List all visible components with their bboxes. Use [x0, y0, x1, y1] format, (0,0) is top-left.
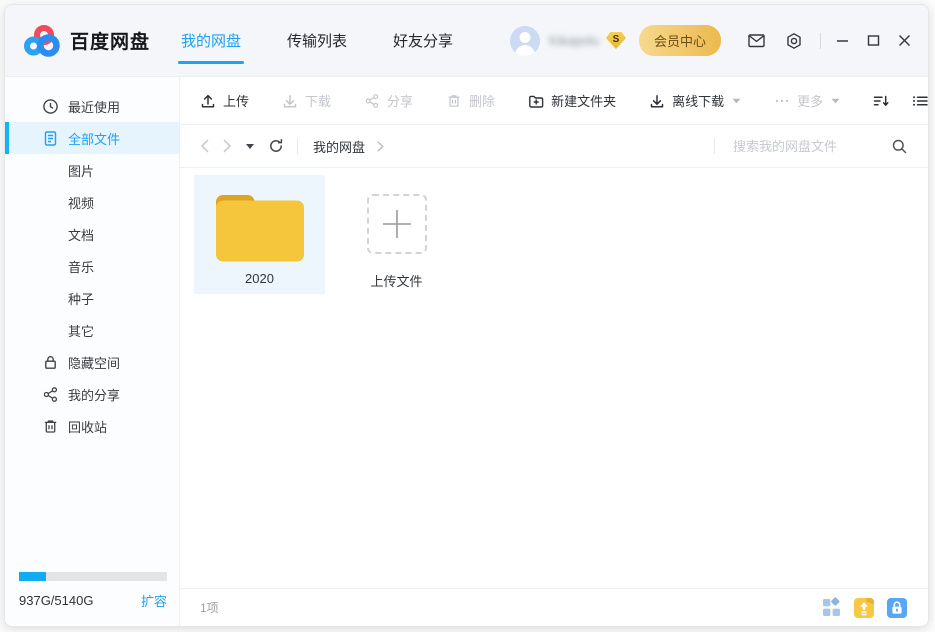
maximize-button[interactable]: [867, 34, 880, 47]
breadcrumb-root[interactable]: 我的网盘: [313, 137, 365, 156]
sidebar-item-all-files[interactable]: 全部文件: [5, 122, 179, 154]
sidebar-item-documents[interactable]: 文档: [5, 218, 179, 250]
search-divider: [714, 138, 715, 154]
folder-tile-2020[interactable]: 2020: [194, 175, 325, 294]
upload-file-tile[interactable]: 上传文件: [331, 175, 462, 294]
share-nodes-icon: [364, 93, 380, 109]
minimize-button[interactable]: [836, 34, 849, 47]
storage-fill: [19, 572, 46, 581]
close-button[interactable]: [898, 34, 911, 47]
sidebar-item-others[interactable]: 其它: [5, 314, 179, 346]
search-area: [714, 138, 908, 155]
upload-tile-label: 上传文件: [331, 271, 462, 290]
trash-icon: [42, 418, 59, 435]
window-controls: [836, 34, 911, 47]
lock-icon: [42, 354, 59, 371]
settings-gear-icon[interactable]: [785, 32, 803, 50]
storage-meter: 937G/5140G 扩容: [19, 572, 167, 610]
more-button[interactable]: 更多: [774, 91, 840, 110]
share-button[interactable]: 分享: [364, 91, 413, 110]
sidebar-item-recent[interactable]: 最近使用: [5, 90, 179, 122]
file-list-icon: [42, 130, 59, 147]
statusbar-quick-icons: [821, 597, 908, 619]
plus-icon: [381, 208, 413, 240]
chevron-down-icon: [831, 98, 840, 104]
view-controls: [873, 93, 929, 109]
pathbar: 我的网盘: [180, 125, 928, 168]
baidu-netdisk-logo-icon: [23, 24, 61, 57]
vip-center-button[interactable]: 会员中心: [639, 25, 721, 56]
new-folder-button[interactable]: 新建文件夹: [528, 91, 616, 110]
upload-button[interactable]: 上传: [200, 91, 249, 110]
folder-plus-icon: [528, 93, 544, 109]
expand-storage-link[interactable]: 扩容: [141, 591, 167, 610]
clock-icon: [42, 98, 59, 115]
tab-transfer-list[interactable]: 传输列表: [286, 28, 348, 53]
sort-order-icon[interactable]: [873, 93, 890, 109]
sidebar: 最近使用 全部文件 图片 视频 文档 音乐 种子: [5, 77, 180, 626]
pathbar-divider: [297, 138, 298, 154]
upload-icon: [200, 93, 216, 109]
delete-button[interactable]: 删除: [446, 91, 495, 110]
list-view-icon[interactable]: [912, 93, 929, 109]
hidden-space-lock-icon[interactable]: [886, 597, 908, 619]
header-divider: [820, 33, 821, 49]
app-window: 百度网盘 我的网盘 传输列表 好友分享 Kikapolu S 会员中心: [4, 4, 929, 627]
forward-button[interactable]: [223, 139, 232, 153]
sidebar-item-recycle-bin[interactable]: 回收站: [5, 410, 179, 442]
sidebar-item-hidden-space[interactable]: 隐藏空间: [5, 346, 179, 378]
share-nodes-icon: [42, 386, 59, 403]
file-grid: 2020 上传文件: [180, 168, 928, 588]
item-count: 1项: [200, 599, 219, 616]
folder-name: 2020: [194, 271, 325, 286]
search-input[interactable]: [731, 138, 885, 155]
download-button[interactable]: 下载: [282, 91, 331, 110]
sidebar-item-music[interactable]: 音乐: [5, 250, 179, 282]
refresh-icon[interactable]: [268, 138, 284, 154]
sidebar-item-torrents[interactable]: 种子: [5, 282, 179, 314]
header: 百度网盘 我的网盘 传输列表 好友分享 Kikapolu S 会员中心: [5, 5, 928, 77]
trash-icon: [446, 93, 462, 109]
history-dropdown-icon[interactable]: [246, 144, 254, 149]
storage-bar: [19, 572, 167, 581]
user-area: Kikapolu S 会员中心: [510, 25, 721, 56]
username: Kikapolu: [549, 33, 599, 48]
upload-dropzone[interactable]: [367, 194, 427, 254]
breadcrumb-chevron-icon: [377, 141, 384, 152]
avatar[interactable]: [510, 26, 540, 56]
toolbar: 上传 下载 分享: [180, 77, 928, 125]
logo: 百度网盘: [23, 24, 150, 57]
transfer-upload-icon[interactable]: [853, 597, 875, 619]
ellipsis-icon: [774, 93, 790, 109]
back-button[interactable]: [200, 139, 209, 153]
search-icon[interactable]: [891, 138, 908, 155]
sidebar-item-my-shares[interactable]: 我的分享: [5, 378, 179, 410]
app-title: 百度网盘: [70, 27, 150, 54]
svip-level-badge-icon[interactable]: S: [606, 32, 626, 49]
chevron-down-icon: [732, 98, 741, 104]
main-tabs: 我的网盘 传输列表 好友分享: [180, 5, 454, 76]
header-icons: [747, 32, 803, 50]
offline-download-icon: [649, 93, 665, 109]
sidebar-item-pictures[interactable]: 图片: [5, 154, 179, 186]
mini-apps-icon[interactable]: [821, 597, 842, 618]
tab-friend-share[interactable]: 好友分享: [392, 28, 454, 53]
folder-icon: [212, 190, 308, 264]
download-icon: [282, 93, 298, 109]
tab-my-drive[interactable]: 我的网盘: [180, 28, 242, 53]
sidebar-item-videos[interactable]: 视频: [5, 186, 179, 218]
mail-icon[interactable]: [747, 32, 766, 49]
storage-usage-text: 937G/5140G: [19, 593, 93, 608]
statusbar: 1项: [180, 588, 928, 626]
offline-download-button[interactable]: 离线下载: [649, 91, 741, 110]
